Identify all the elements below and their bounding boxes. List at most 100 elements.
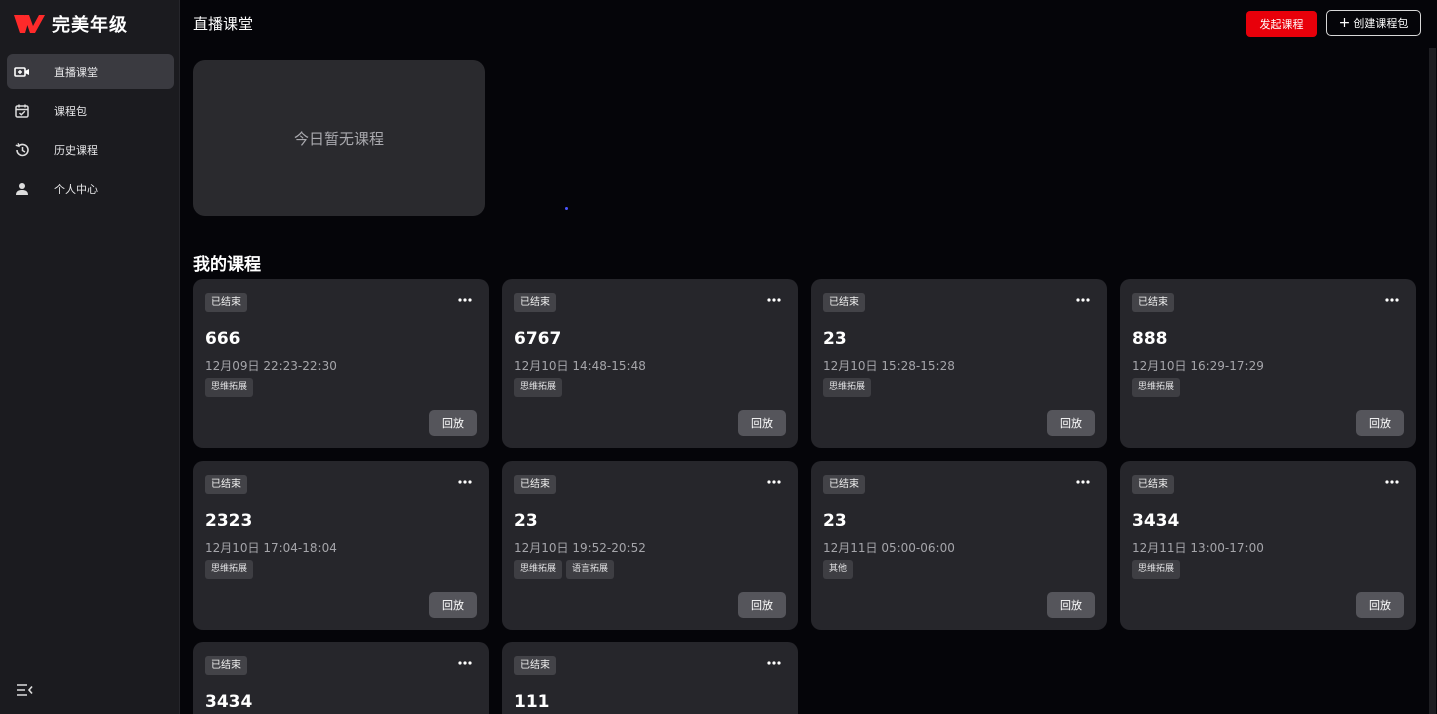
today-empty-text: 今日暂无课程 xyxy=(293,129,384,148)
course-tags: 思维拓展 xyxy=(1132,560,1184,579)
replay-button[interactable]: 回放 xyxy=(429,592,477,618)
status-badge: 已结束 xyxy=(823,293,865,312)
status-badge: 已结束 xyxy=(823,475,865,494)
course-title: 666 xyxy=(205,329,241,349)
course-title: 111 xyxy=(514,692,550,712)
collapse-menu-icon[interactable] xyxy=(16,683,34,697)
scrollbar[interactable] xyxy=(1429,48,1436,714)
more-options-icon[interactable] xyxy=(1076,297,1090,303)
app-logo[interactable]: 完美年级 xyxy=(12,11,128,37)
course-title: 2323 xyxy=(205,511,253,531)
video-camera-icon xyxy=(14,64,30,80)
replay-button[interactable]: 回放 xyxy=(738,410,786,436)
course-tag: 其他 xyxy=(823,560,854,579)
more-options-icon[interactable] xyxy=(767,660,781,666)
course-title: 23 xyxy=(823,329,847,349)
status-badge: 已结束 xyxy=(205,656,247,675)
course-title: 3434 xyxy=(205,692,253,712)
course-card[interactable]: 已结束 111 xyxy=(502,642,798,714)
replay-button[interactable]: 回放 xyxy=(1356,592,1404,618)
course-card[interactable]: 已结束 3434 xyxy=(193,642,489,714)
replay-button[interactable]: 回放 xyxy=(1356,410,1404,436)
more-options-icon[interactable] xyxy=(1385,479,1399,485)
status-badge: 已结束 xyxy=(1132,475,1174,494)
status-badge: 已结束 xyxy=(514,475,556,494)
sidebar-item-personal-center[interactable]: 个人中心 xyxy=(7,171,174,206)
course-title: 23 xyxy=(823,511,847,531)
plus-icon: + xyxy=(1338,15,1351,31)
course-card[interactable]: 已结束 2323 12月10日 17:04-18:04 思维拓展 回放 xyxy=(193,461,489,630)
course-tags: 其他 xyxy=(823,560,857,579)
course-tag: 思维拓展 xyxy=(514,560,563,579)
replay-button[interactable]: 回放 xyxy=(1047,592,1095,618)
course-card[interactable]: 已结束 23 12月10日 15:28-15:28 思维拓展 回放 xyxy=(811,279,1107,448)
course-card[interactable]: 已结束 6767 12月10日 14:48-15:48 思维拓展 回放 xyxy=(502,279,798,448)
course-tag: 思维拓展 xyxy=(823,378,872,397)
replay-button[interactable]: 回放 xyxy=(1047,410,1095,436)
course-time: 12月10日 17:04-18:04 xyxy=(205,541,337,555)
course-tag: 思维拓展 xyxy=(205,560,254,579)
logo-mark-icon xyxy=(14,15,45,33)
course-card[interactable]: 已结束 23 12月11日 05:00-06:00 其他 回放 xyxy=(811,461,1107,630)
course-tags: 思维拓展 xyxy=(205,560,257,579)
course-time: 12月11日 13:00-17:00 xyxy=(1132,541,1264,555)
course-tag: 思维拓展 xyxy=(1132,560,1181,579)
history-icon xyxy=(14,142,30,158)
course-tags: 思维拓展 xyxy=(1132,378,1184,397)
course-tags: 思维拓展 xyxy=(823,378,875,397)
more-options-icon[interactable] xyxy=(1385,297,1399,303)
sidebar-item-label: 历史课程 xyxy=(54,143,98,157)
more-options-icon[interactable] xyxy=(458,479,472,485)
more-options-icon[interactable] xyxy=(767,297,781,303)
course-title: 3434 xyxy=(1132,511,1180,531)
sidebar: 完美年级 直播课堂 课程包 历史课程 个人中心 xyxy=(0,0,180,714)
logo-text: 完美年级 xyxy=(52,15,128,36)
sidebar-item-label: 个人中心 xyxy=(54,182,98,196)
calendar-check-icon xyxy=(14,103,30,119)
sidebar-item-label: 课程包 xyxy=(54,104,87,118)
course-tags: 思维拓展 语言拓展 xyxy=(514,560,618,579)
course-time: 12月10日 19:52-20:52 xyxy=(514,541,646,555)
course-title: 23 xyxy=(514,511,538,531)
course-time: 12月10日 14:48-15:48 xyxy=(514,359,646,373)
create-package-label: 创建课程包 xyxy=(1353,17,1409,30)
status-badge: 已结束 xyxy=(1132,293,1174,312)
course-title: 888 xyxy=(1132,329,1168,349)
course-time: 12月10日 15:28-15:28 xyxy=(823,359,955,373)
course-card[interactable]: 已结束 3434 12月11日 13:00-17:00 思维拓展 回放 xyxy=(1120,461,1416,630)
course-tags: 思维拓展 xyxy=(514,378,566,397)
today-course-card: 今日暂无课程 xyxy=(193,60,485,216)
course-title: 6767 xyxy=(514,329,562,349)
my-courses-title: 我的课程 xyxy=(193,255,261,275)
course-time: 12月09日 22:23-22:30 xyxy=(205,359,337,373)
sidebar-item-history[interactable]: 历史课程 xyxy=(7,132,174,167)
user-icon xyxy=(14,181,30,197)
start-course-button[interactable]: 发起课程 xyxy=(1246,11,1317,37)
sidebar-item-course-package[interactable]: 课程包 xyxy=(7,93,174,128)
more-options-icon[interactable] xyxy=(767,479,781,485)
course-tag: 思维拓展 xyxy=(514,378,563,397)
course-card[interactable]: 已结束 23 12月10日 19:52-20:52 思维拓展 语言拓展 回放 xyxy=(502,461,798,630)
status-badge: 已结束 xyxy=(514,293,556,312)
more-options-icon[interactable] xyxy=(1076,479,1090,485)
replay-button[interactable]: 回放 xyxy=(738,592,786,618)
status-badge: 已结束 xyxy=(205,475,247,494)
course-tags: 思维拓展 xyxy=(205,378,257,397)
create-package-button[interactable]: + 创建课程包 xyxy=(1326,10,1421,36)
course-tag: 思维拓展 xyxy=(1132,378,1181,397)
course-time: 12月10日 16:29-17:29 xyxy=(1132,359,1264,373)
course-card[interactable]: 已结束 666 12月09日 22:23-22:30 思维拓展 回放 xyxy=(193,279,489,448)
more-options-icon[interactable] xyxy=(458,660,472,666)
sidebar-item-label: 直播课堂 xyxy=(54,65,98,79)
status-badge: 已结束 xyxy=(514,656,556,675)
course-card[interactable]: 已结束 888 12月10日 16:29-17:29 思维拓展 回放 xyxy=(1120,279,1416,448)
more-options-icon[interactable] xyxy=(458,297,472,303)
sidebar-item-live-classroom[interactable]: 直播课堂 xyxy=(7,54,174,89)
sidebar-nav: 直播课堂 课程包 历史课程 个人中心 xyxy=(7,54,174,210)
course-tag: 思维拓展 xyxy=(205,378,254,397)
course-time: 12月11日 05:00-06:00 xyxy=(823,541,955,555)
course-tag: 语言拓展 xyxy=(566,560,615,579)
decorative-dot xyxy=(565,207,568,210)
replay-button[interactable]: 回放 xyxy=(429,410,477,436)
status-badge: 已结束 xyxy=(205,293,247,312)
